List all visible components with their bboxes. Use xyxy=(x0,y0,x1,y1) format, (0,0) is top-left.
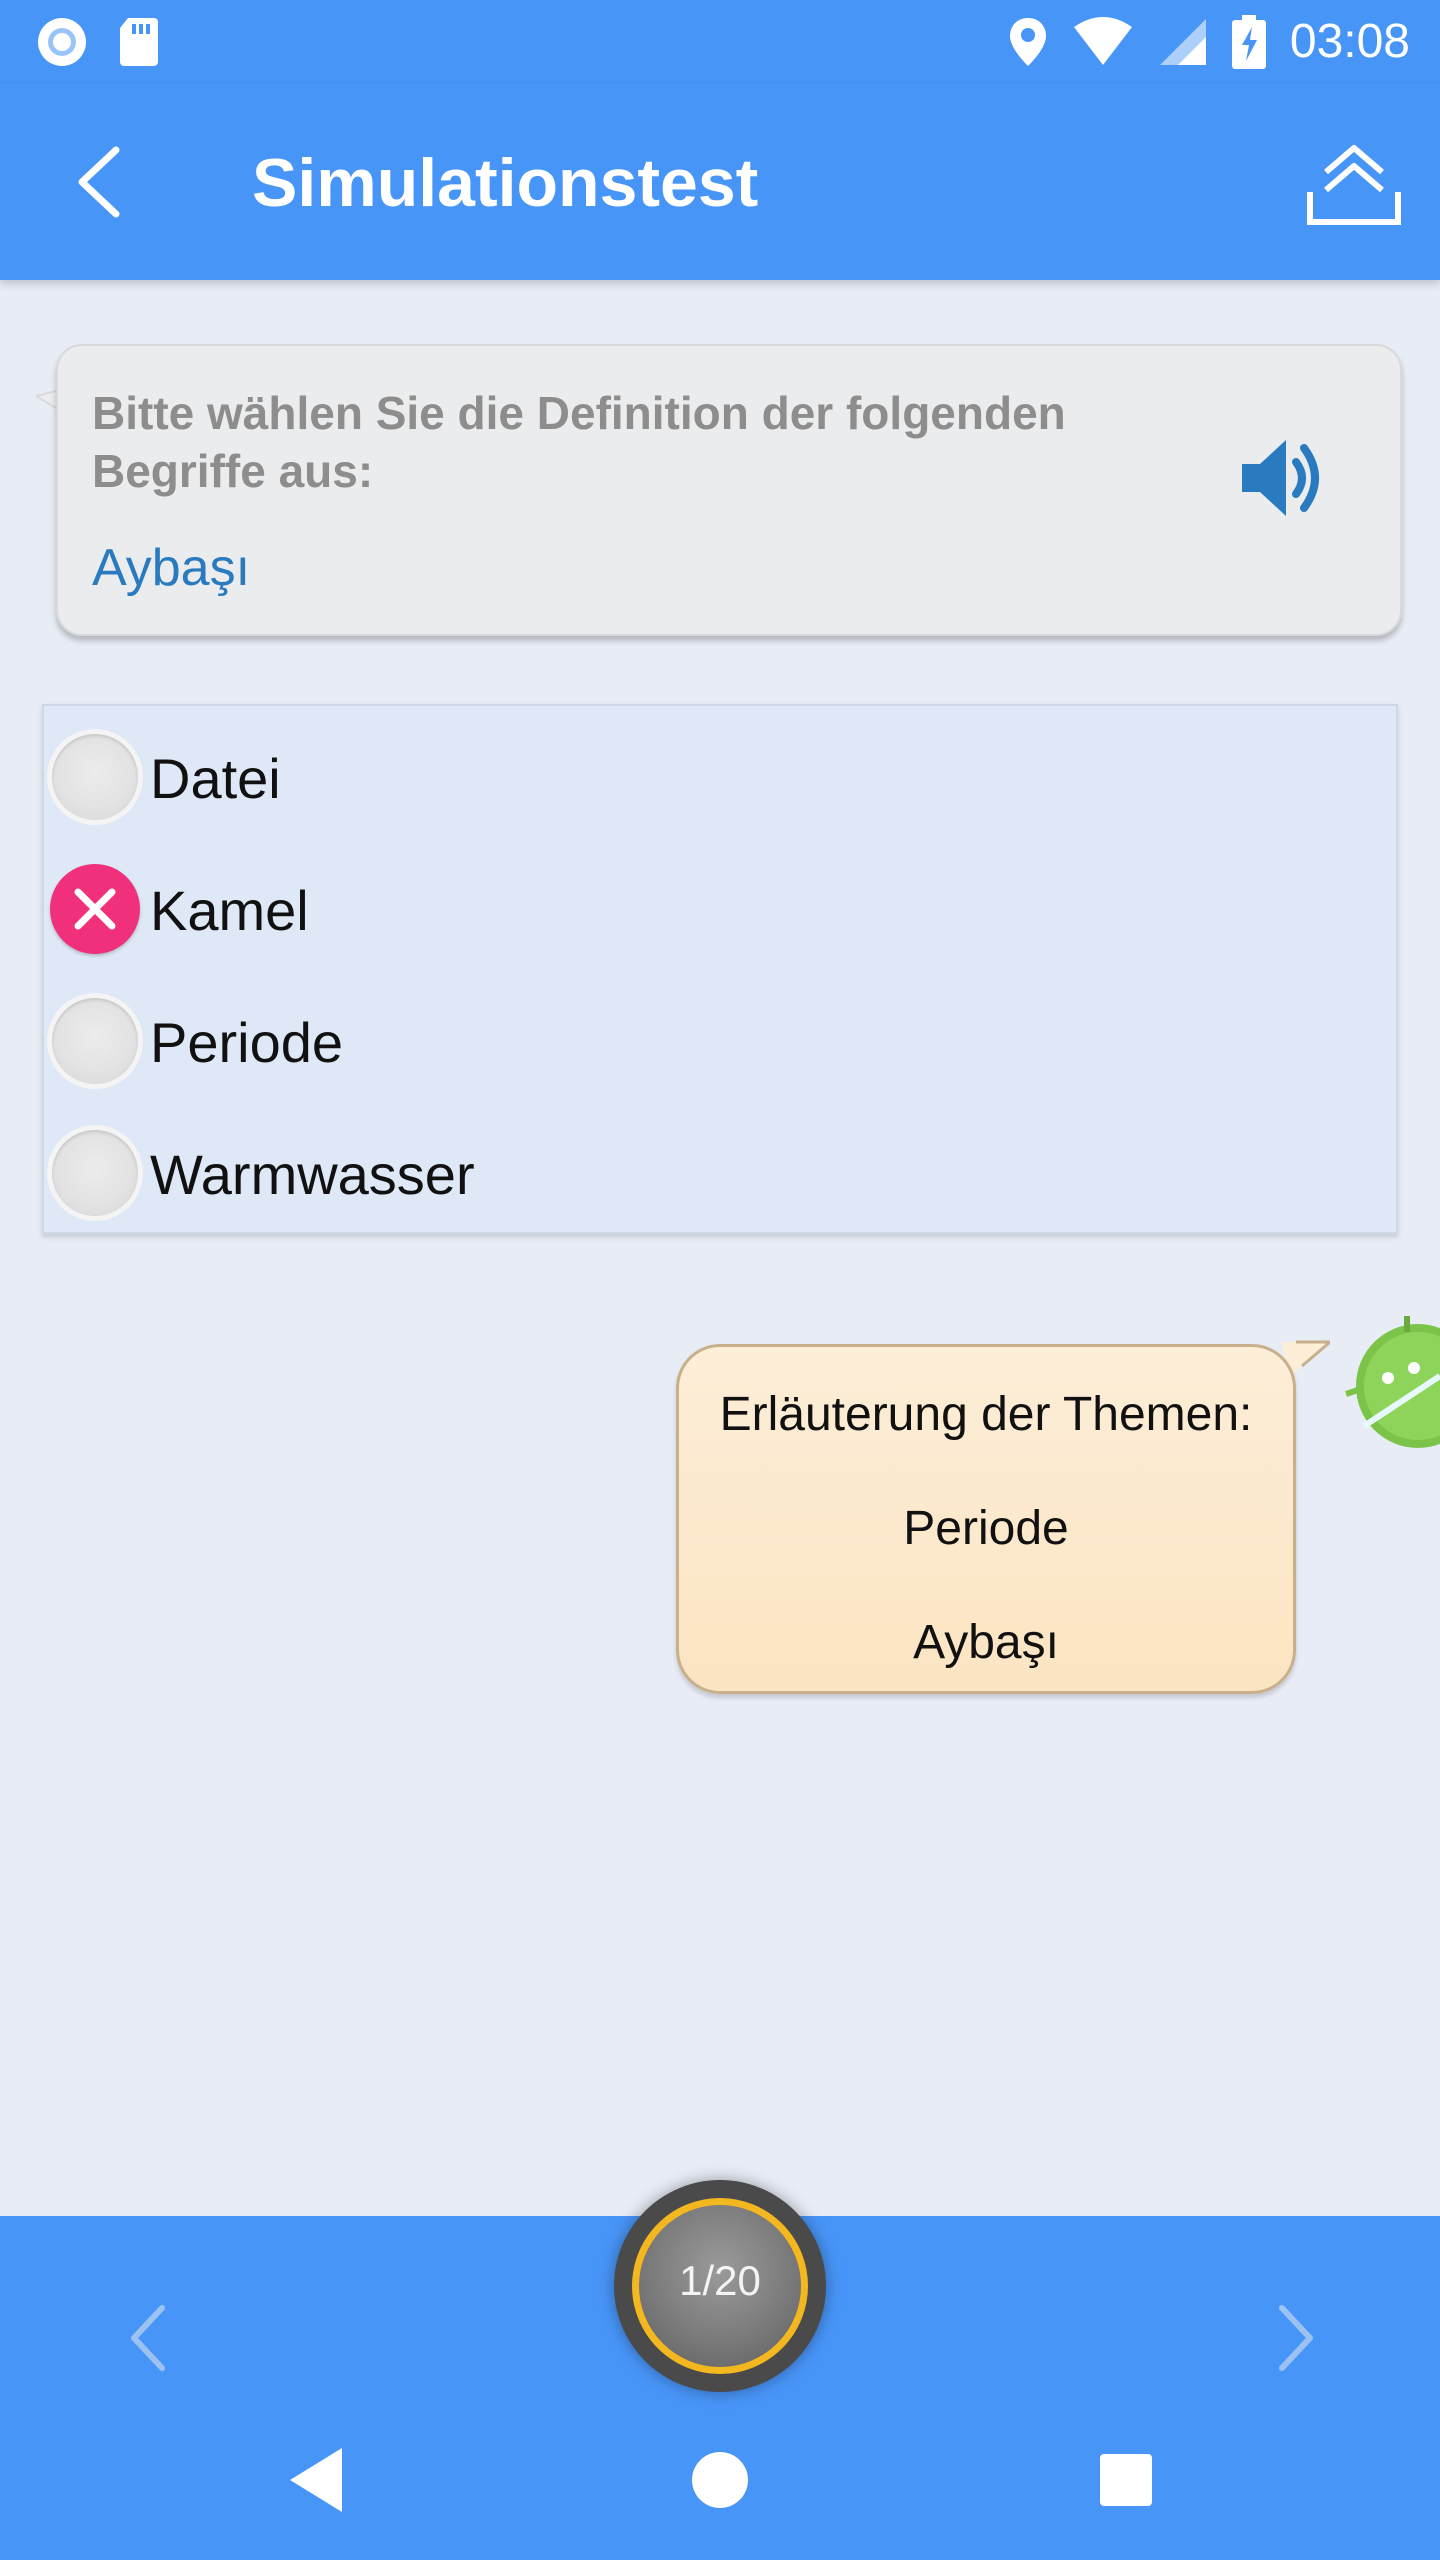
options-panel: Datei Kamel Periode Warmwasser xyxy=(42,704,1398,1234)
nav-back-icon[interactable] xyxy=(286,2446,346,2514)
question-term: Aybaşı xyxy=(92,539,251,597)
question-prompt: Bitte wählen Sie die Definition der folg… xyxy=(92,387,1066,497)
radio-button[interactable] xyxy=(52,998,138,1084)
page-title: Simulationstest xyxy=(252,145,759,221)
nav-recents-icon[interactable] xyxy=(1100,2454,1152,2506)
chevron-right-icon[interactable] xyxy=(1266,2298,1326,2378)
option-item[interactable]: Kamel xyxy=(44,842,1396,974)
signal-icon xyxy=(1159,18,1206,65)
option-item[interactable]: Datei xyxy=(44,710,1396,842)
option-item[interactable]: Periode xyxy=(44,974,1396,1106)
explanation-answer: Periode xyxy=(903,1502,1069,1555)
status-left-icons xyxy=(36,16,160,68)
nav-home-icon[interactable] xyxy=(692,2452,748,2508)
android-mascot-icon xyxy=(1345,1316,1440,1448)
option-label: Periode xyxy=(150,1011,344,1074)
radio-button[interactable] xyxy=(52,734,138,820)
status-clock: 03:08 xyxy=(1289,15,1410,68)
explanation-bubble: Erläuterung der Themen: Periode Aybaşı xyxy=(676,1344,1296,1694)
close-icon xyxy=(74,888,116,930)
counter-ring: 1/20 xyxy=(632,2198,808,2374)
status-right-icons: 03:08 xyxy=(1008,14,1410,69)
status-bar: 03:08 xyxy=(0,0,1440,84)
app-bar: Simulationstest xyxy=(0,84,1440,280)
option-item[interactable]: Warmwasser xyxy=(44,1106,1396,1238)
sd-card-icon xyxy=(120,18,158,66)
record-icon xyxy=(38,18,86,66)
battery-charging-icon xyxy=(1231,14,1266,69)
explanation-heading: Erläuterung der Themen: xyxy=(719,1388,1253,1441)
chevron-left-icon[interactable] xyxy=(118,2298,178,2378)
wrong-answer-icon[interactable] xyxy=(50,864,140,954)
option-label: Datei xyxy=(150,747,281,810)
option-label: Warmwasser xyxy=(150,1143,475,1206)
speaker-icon[interactable] xyxy=(1238,430,1326,526)
counter-text: 1/20 xyxy=(679,2257,761,2304)
wifi-icon xyxy=(1073,16,1132,65)
explanation-term: Aybaşı xyxy=(913,1616,1059,1669)
upload-share-icon[interactable] xyxy=(1304,134,1404,234)
option-label: Kamel xyxy=(150,879,309,942)
question-counter[interactable]: 1/20 xyxy=(614,2180,826,2392)
radio-button[interactable] xyxy=(52,1130,138,1216)
bottom-bar: 1/20 xyxy=(0,2180,1440,2560)
chevron-left-icon[interactable] xyxy=(66,142,136,222)
question-card: Bitte wählen Sie die Definition der folg… xyxy=(56,344,1402,636)
location-icon xyxy=(1009,17,1046,66)
